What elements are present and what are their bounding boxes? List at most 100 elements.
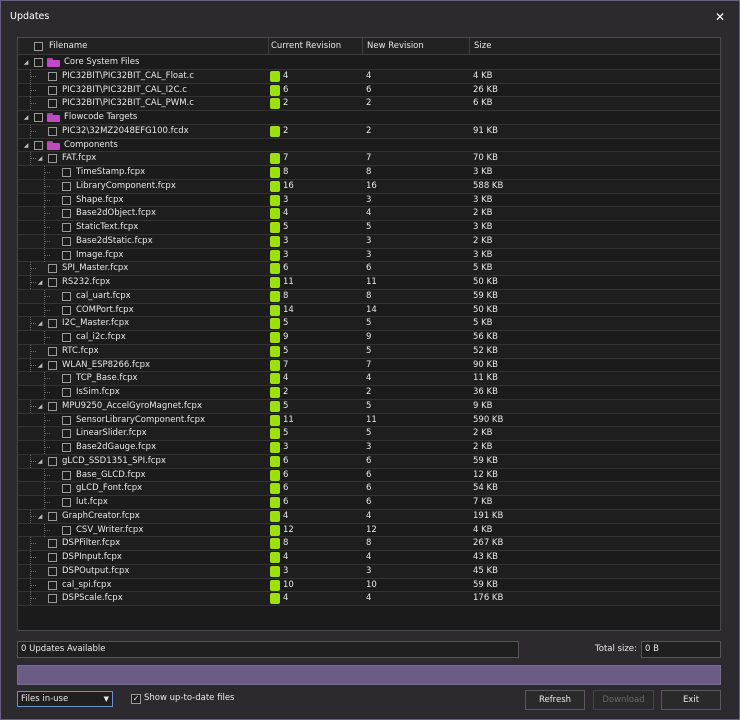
row-checkbox[interactable] (48, 456, 57, 466)
row-checkbox[interactable] (34, 58, 43, 67)
tree-row[interactable]: lut.fcpx 6 6 7 KB (18, 496, 720, 510)
row-checkbox[interactable] (48, 566, 57, 576)
exit-button[interactable]: Exit (661, 690, 721, 710)
row-checkbox[interactable] (34, 113, 43, 122)
tree-row[interactable]: COMPort.fcpx 14 14 50 KB (18, 303, 720, 318)
row-checkbox[interactable] (62, 168, 71, 177)
tree-row[interactable]: Base_GLCD.fcpx 6 6 12 KB (18, 468, 720, 483)
collapse-arrow-icon[interactable]: ◢ (36, 359, 44, 372)
tree-row[interactable]: PIC32BIT\PIC32BIT_CAL_Float.c 4 4 4 KB (18, 69, 720, 84)
tree-row[interactable]: Image.fcpx 3 3 3 KB (18, 248, 720, 263)
row-checkbox[interactable] (62, 333, 71, 342)
row-checkbox[interactable] (48, 319, 57, 329)
row-checkbox[interactable] (62, 209, 71, 219)
row-checkbox[interactable] (48, 264, 57, 274)
row-checkbox[interactable] (48, 71, 57, 81)
select-all-checkbox[interactable] (34, 42, 43, 51)
files-filter-select[interactable]: Files in-use ▼ (17, 691, 113, 707)
tree-row[interactable]: ◢ GraphCreator.fcpx 4 4 191 KB (18, 509, 720, 524)
tree-row[interactable]: gLCD_Font.fcpx 6 6 54 KB (18, 482, 720, 496)
row-checkbox[interactable] (48, 594, 57, 604)
updates-tree[interactable]: Filename Current Revision New Revision S… (17, 37, 721, 631)
row-checkbox[interactable] (62, 429, 71, 439)
row-checkbox[interactable] (62, 388, 71, 397)
tree-row[interactable]: ◢ WLAN_ESP8266.fcpx 7 7 90 KB (18, 358, 720, 373)
tree-row[interactable]: cal_uart.fcpx 8 8 59 KB (18, 289, 720, 304)
tree-row[interactable]: DSPOutput.fcpx 3 3 45 KB (18, 564, 720, 579)
tree-row[interactable]: ◢ gLCD_SSD1351_SPI.fcpx 6 6 59 KB (18, 454, 720, 469)
close-icon[interactable]: ✕ (711, 8, 729, 26)
collapse-arrow-icon[interactable]: ◢ (36, 510, 44, 523)
tree-row[interactable]: IsSim.fcpx 2 2 36 KB (18, 386, 720, 400)
tree-row[interactable]: ◢ RS232.fcpx 11 11 50 KB (18, 276, 720, 290)
tree-row[interactable]: PIC32BIT\PIC32BIT_CAL_I2C.c 6 6 26 KB (18, 83, 720, 98)
row-checkbox[interactable] (48, 154, 57, 164)
row-checkbox[interactable] (48, 278, 57, 287)
tree-row[interactable]: ◢ MPU9250_AccelGyroMagnet.fcpx 5 5 9 KB (18, 399, 720, 414)
show-uptodate-label[interactable]: Show up-to-date files (144, 691, 235, 706)
row-checkbox[interactable] (62, 223, 71, 232)
tree-row[interactable]: LinearSlider.fcpx 5 5 2 KB (18, 427, 720, 441)
tree-row[interactable]: ◢ Flowcode Targets (18, 111, 720, 125)
tree-row[interactable]: Shape.fcpx 3 3 3 KB (18, 193, 720, 208)
row-checkbox[interactable] (62, 374, 71, 384)
tree-row[interactable]: DSPInput.fcpx 4 4 43 KB (18, 551, 720, 565)
row-checkbox[interactable] (34, 140, 43, 150)
download-button[interactable]: Download (593, 690, 654, 710)
row-checkbox[interactable] (62, 305, 71, 315)
row-checkbox[interactable] (48, 360, 57, 370)
row-checkbox[interactable] (48, 539, 57, 549)
collapse-arrow-icon[interactable]: ◢ (22, 111, 30, 124)
tree-row[interactable]: cal_spi.fcpx 10 10 59 KB (18, 578, 720, 593)
row-checkbox[interactable] (62, 470, 71, 480)
row-checkbox[interactable] (62, 484, 71, 494)
tree-row[interactable]: TimeStamp.fcpx 8 8 3 KB (18, 166, 720, 180)
row-checkbox[interactable] (62, 195, 71, 205)
row-checkbox[interactable] (62, 181, 71, 191)
show-uptodate-checkbox[interactable]: ✓ (131, 694, 141, 704)
tree-row[interactable]: cal_i2c.fcpx 9 9 56 KB (18, 331, 720, 345)
row-checkbox[interactable] (48, 553, 57, 562)
tree-row[interactable]: StaticText.fcpx 5 5 3 KB (18, 221, 720, 235)
row-checkbox[interactable] (62, 236, 71, 246)
row-checkbox[interactable] (62, 415, 71, 425)
tree-row[interactable]: CSV_Writer.fcpx 12 12 4 KB (18, 523, 720, 538)
collapse-arrow-icon[interactable]: ◢ (22, 56, 30, 69)
tree-row[interactable]: Base2dObject.fcpx 4 4 2 KB (18, 207, 720, 221)
refresh-button[interactable]: Refresh (525, 690, 585, 710)
tree-row[interactable]: SensorLibraryComponent.fcpx 11 11 590 KB (18, 413, 720, 428)
tree-row[interactable]: Base2dGauge.fcpx 3 3 2 KB (18, 441, 720, 455)
row-checkbox[interactable] (62, 250, 71, 260)
row-checkbox[interactable] (48, 511, 57, 521)
row-checkbox[interactable] (62, 525, 71, 535)
column-header-new-revision[interactable]: New Revision (363, 38, 470, 55)
row-checkbox[interactable] (48, 99, 57, 109)
row-checkbox[interactable] (48, 85, 57, 95)
row-checkbox[interactable] (62, 498, 71, 507)
row-checkbox[interactable] (62, 291, 71, 301)
tree-row[interactable]: Base2dStatic.fcpx 3 3 2 KB (18, 234, 720, 249)
row-checkbox[interactable] (48, 346, 57, 356)
row-checkbox[interactable] (48, 126, 57, 136)
row-checkbox[interactable] (62, 443, 71, 452)
tree-row[interactable]: DSPScale.fcpx 4 4 176 KB (18, 592, 720, 606)
row-checkbox[interactable] (48, 580, 57, 590)
collapse-arrow-icon[interactable]: ◢ (36, 400, 44, 413)
collapse-arrow-icon[interactable]: ◢ (36, 455, 44, 468)
collapse-arrow-icon[interactable]: ◢ (22, 139, 30, 152)
collapse-arrow-icon[interactable]: ◢ (36, 317, 44, 330)
tree-row[interactable]: PIC32\32MZ2048EFG100.fcdx 2 2 91 KB (18, 124, 720, 139)
tree-row[interactable]: DSPFilter.fcpx 8 8 267 KB (18, 537, 720, 551)
tree-row[interactable]: RTC.fcpx 5 5 52 KB (18, 344, 720, 359)
tree-row[interactable]: ◢ Components (18, 138, 720, 153)
tree-row[interactable]: SPI_Master.fcpx 6 6 5 KB (18, 262, 720, 276)
tree-row[interactable]: ◢ Core System Files (18, 56, 720, 70)
collapse-arrow-icon[interactable]: ◢ (36, 276, 44, 289)
tree-row[interactable]: TCP_Base.fcpx 4 4 11 KB (18, 372, 720, 386)
collapse-arrow-icon[interactable]: ◢ (36, 152, 44, 165)
tree-row[interactable]: LibraryComponent.fcpx 16 16 588 KB (18, 179, 720, 194)
column-header-filename[interactable]: Filename (45, 38, 269, 55)
row-checkbox[interactable] (48, 401, 57, 411)
tree-row[interactable]: ◢ FAT.fcpx 7 7 70 KB (18, 152, 720, 166)
tree-row[interactable]: PIC32BIT\PIC32BIT_CAL_PWM.c 2 2 6 KB (18, 97, 720, 111)
